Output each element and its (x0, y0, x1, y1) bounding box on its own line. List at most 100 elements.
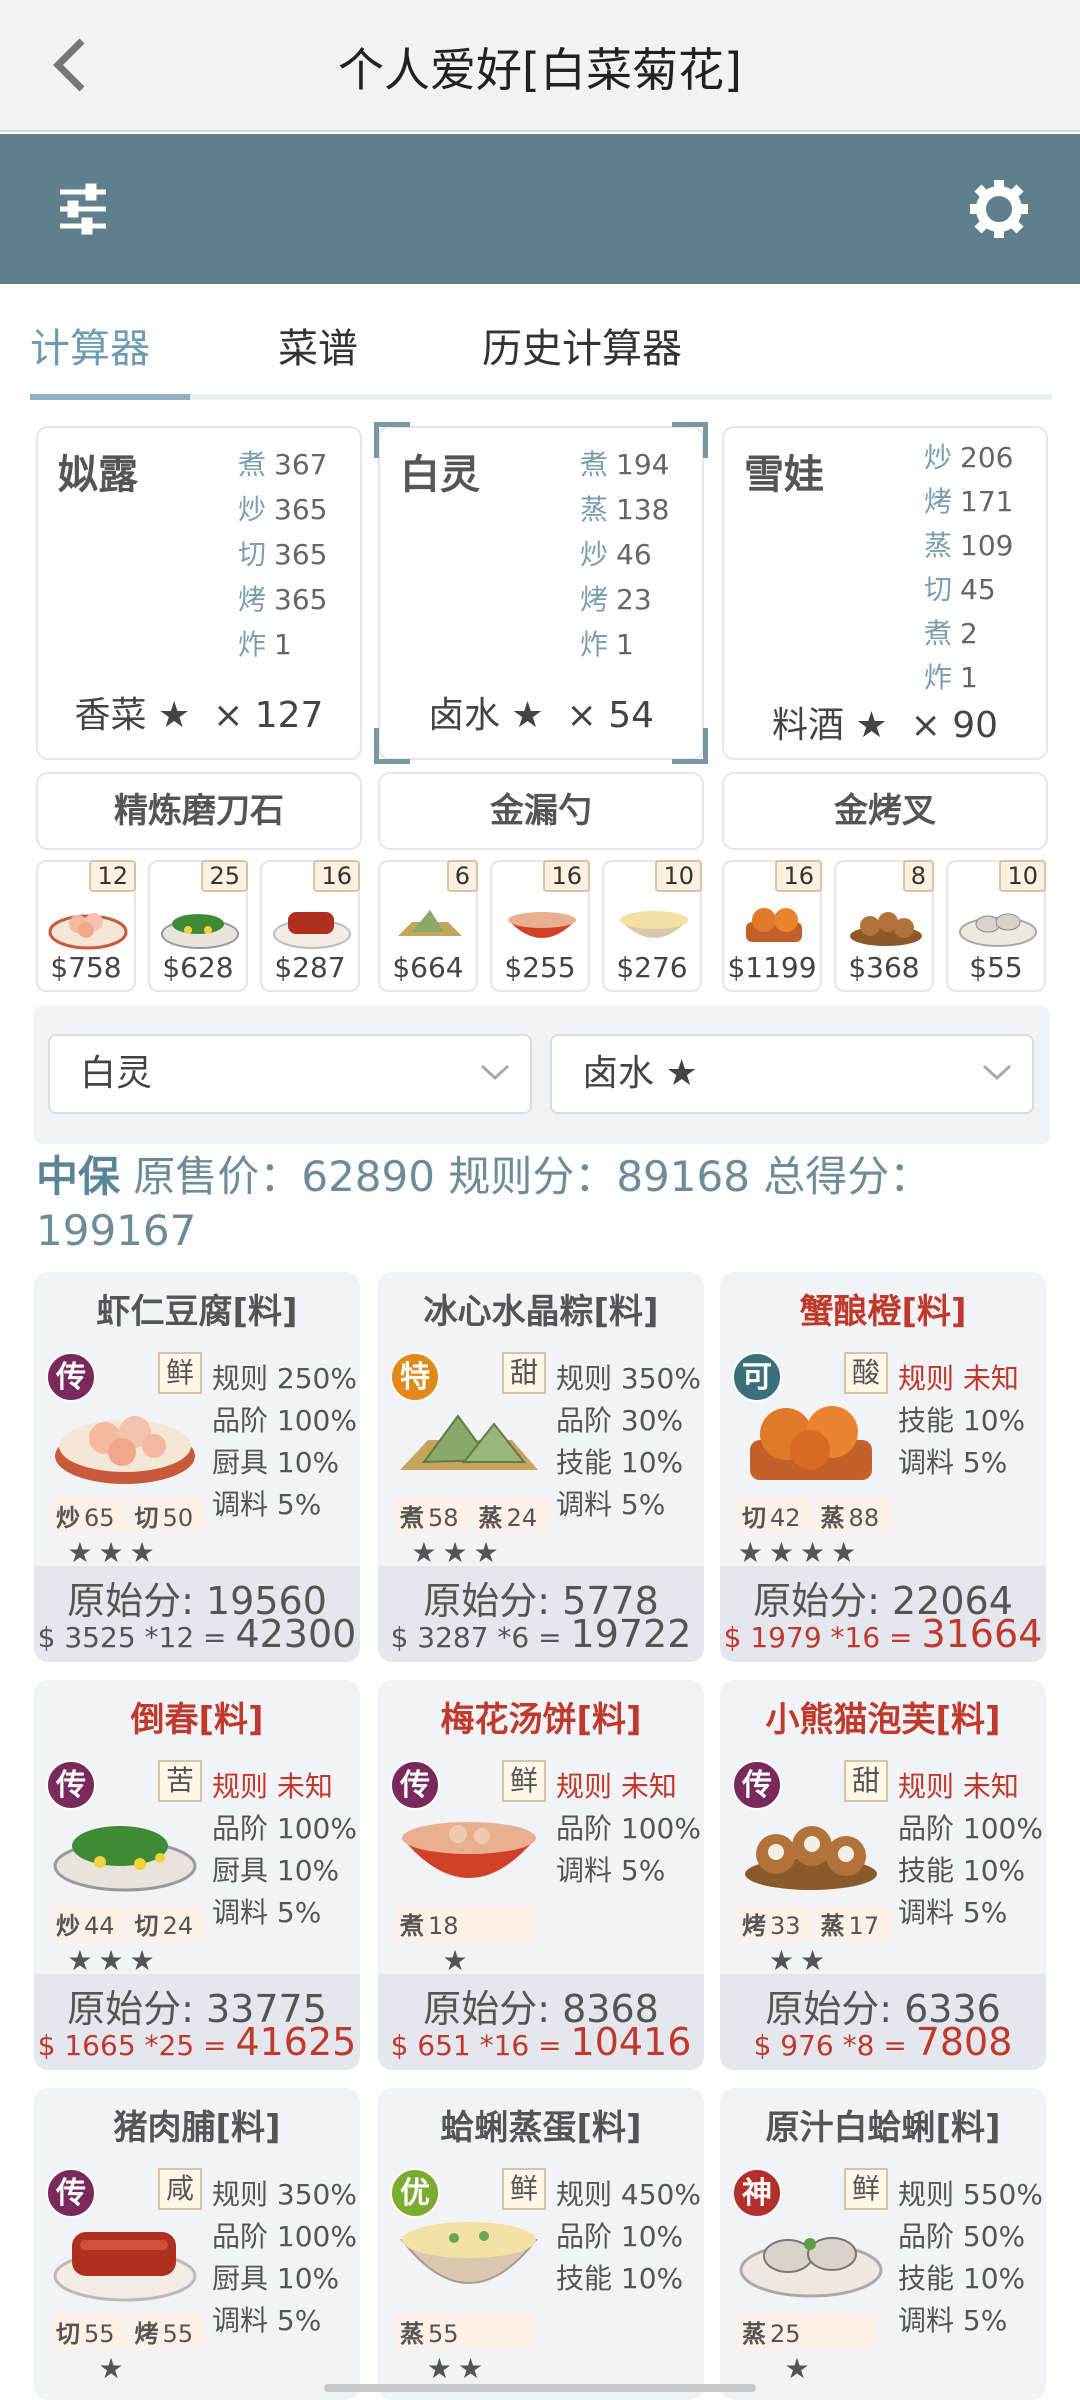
recipe-slot[interactable]: 8 $368 (834, 860, 934, 992)
price-total: 41625 (235, 2020, 357, 2064)
recipe-card-name: 蟹酿橙[料] (799, 1292, 967, 1332)
recipe-slot[interactable]: 10 $276 (602, 860, 702, 992)
skill-value: 1 (960, 661, 978, 694)
recipe-slot[interactable]: 16 $287 (260, 860, 360, 992)
condiment-name: 料酒 ★ (771, 705, 888, 746)
page-title: 个人爱好[白菜菊花] (338, 43, 742, 97)
chef-card[interactable]: 姒露 煮 367 炒 365 切 365 烤 365 炸1 香菜 ★ × 127 (36, 426, 362, 760)
recipe-card[interactable]: 虾仁豆腐[料] 传 鲜 规则 250% 品阶 100% 厨具 10% 调料 5%… (34, 1272, 360, 1662)
flavor-badge: 鲜 (158, 1352, 202, 1394)
chef-card-selected[interactable]: 白灵 煮 194 蒸 138 炒 46 烤 23 炸1 卤水 ★ × 54 (374, 422, 708, 764)
price-calc: $ 1665 *25 = 41625 (34, 2020, 360, 2064)
skill-requirements: 煮 18 (396, 1906, 556, 1944)
recipe-slot[interactable]: 16 $255 (490, 860, 590, 992)
skill-value: 46 (616, 538, 652, 571)
skill-requirements: 蒸 55 (396, 2314, 556, 2352)
score-summary-text: 原售价：62890 规则分：89168 总得分：199167 (36, 1152, 932, 1255)
chef-name: 白灵 (400, 452, 480, 498)
rarity-badge: 优 (390, 2168, 440, 2218)
chef-select[interactable]: 白灵 (48, 1034, 532, 1114)
recipe-card[interactable]: 原汁白蛤蜊[料] 神 鲜 规则 550% 品阶 50% 技能 10% 调料 5%… (720, 2088, 1046, 2400)
rarity-badge: 可 (732, 1352, 782, 1402)
recipe-card[interactable]: 倒春[料] 传 苦 规则 未知 品阶 100% 厨具 10% 调料 5% 炒 44… (34, 1680, 360, 2070)
recipe-quantity-badge: 25 (201, 860, 248, 892)
star-rating: ★ (98, 2352, 130, 2385)
skill-value: 206 (960, 441, 1014, 474)
recipe-card[interactable]: 蟹酿橙[料] 可 酸 规则 未知 技能 10% 调料 5% 切 42 蒸 88 ★★★… (720, 1272, 1046, 1662)
skill-value: 55 (424, 2320, 463, 2348)
skill-tag: 炒 65 (52, 1498, 127, 1533)
chevron-down-icon (480, 1064, 510, 1081)
stat-line: 技能 10% (556, 1446, 684, 1479)
tab-label: 历史计算器 (482, 326, 682, 372)
recipe-card-name: 倒春[料] (130, 1700, 264, 1740)
stat-line: 品阶 100% (212, 1812, 357, 1845)
recipe-card[interactable]: 梅花汤饼[料] 传 鲜 规则 未知 品阶 100% 调料 5% 煮 18 ★ 原始… (378, 1680, 704, 2070)
skill-value: 42 (766, 1504, 805, 1532)
skill-type: 煮 (400, 1912, 424, 1940)
recipe-price: $628 (162, 951, 234, 984)
tab-calculator[interactable]: 计算器 (30, 316, 150, 376)
recipe-slot[interactable]: 6 $664 (378, 860, 478, 992)
skill-type: 烤 (238, 583, 267, 616)
settings-button[interactable] (964, 174, 1034, 244)
recipe-stats: 规则 550% 品阶 50% 技能 10% 调料 5% (898, 2174, 1043, 2342)
filter-button[interactable] (48, 174, 118, 244)
chef-condiment: 卤水 ★ × 54 (380, 686, 702, 738)
skill-requirements: 蒸 25 (738, 2314, 898, 2352)
chef-card[interactable]: 雪娃 炒 206 烤 171 蒸 109 切 45 煮2 炸1 料酒 ★ × 90 (722, 426, 1048, 760)
skill-requirements: 烤 33 蒸 17 (738, 1906, 898, 1944)
skill-tag: 切 50 (130, 1498, 206, 1533)
skill-type: 切 (742, 1504, 766, 1532)
rarity-badge: 传 (732, 1760, 782, 1810)
skill-type: 蒸 (742, 2320, 766, 2348)
recipe-slot[interactable]: 16 $1199 (722, 860, 822, 992)
equipment-slot[interactable]: 精炼磨刀石 (36, 772, 362, 850)
skill-value: 45 (960, 573, 996, 606)
star-rating: ★★ (426, 2352, 490, 2385)
tab-history-calculator[interactable]: 历史计算器 (482, 316, 682, 376)
price-formula: $ 3287 *6 = (390, 1621, 562, 1654)
stat-line: 规则 550% (898, 2178, 1043, 2211)
recipe-price: $1199 (727, 951, 817, 984)
flavor-badge: 咸 (158, 2168, 202, 2210)
recipe-card[interactable]: 蛤蜊蒸蛋[料] 优 鲜 规则 450% 品阶 10% 技能 10% 蒸 55 ★★ (378, 2088, 704, 2400)
skill-row: 炸1 (238, 622, 327, 667)
stat-line: 规则 450% (556, 2178, 701, 2211)
skill-value: 365 (274, 538, 328, 571)
flavor-badge: 鲜 (502, 2168, 546, 2210)
rarity-badge: 传 (46, 2168, 96, 2218)
recipe-card[interactable]: 小熊猫泡芙[料] 传 甜 规则 未知 品阶 100% 技能 10% 调料 5% … (720, 1680, 1046, 2070)
equipment-slot[interactable]: 金烤叉 (722, 772, 1048, 850)
recipe-slot[interactable]: 25 $628 (148, 860, 248, 992)
score-box: 原始分: 8368 $ 651 *16 = 10416 (378, 1974, 704, 2070)
skill-requirements: 炒 65 切 50 (52, 1498, 212, 1536)
recipe-price: $368 (848, 951, 920, 984)
skill-type: 炒 (56, 1504, 80, 1532)
skill-tag: 炒 44 (52, 1906, 127, 1941)
stat-line: 规则 未知 (898, 1362, 1019, 1395)
chef-condiment: 香菜 ★ × 127 (38, 686, 360, 738)
chef-skill-list: 炒 206 烤 171 蒸 109 切 45 煮2 炸1 (924, 436, 1013, 700)
selection-panel: 白灵 卤水 ★ (34, 1006, 1050, 1144)
gear-icon (970, 180, 1028, 238)
score-box: 原始分: 22064 $ 1979 *16 = 31664 (720, 1566, 1046, 1662)
recipe-slot[interactable]: 12 $758 (36, 860, 136, 992)
recipe-card[interactable]: 冰心水晶粽[料] 特 甜 规则 350% 品阶 30% 技能 10% 调料 5%… (378, 1272, 704, 1662)
toolbar (0, 134, 1080, 284)
home-indicator[interactable] (324, 2384, 756, 2392)
stat-line: 技能 10% (898, 1854, 1026, 1887)
skill-requirements: 切 55 烤 55 (52, 2314, 212, 2352)
skill-requirements: 煮 58 蒸 24 (396, 1498, 556, 1536)
price-formula: $ 651 *16 = (390, 2029, 562, 2062)
price-total: 19722 (570, 1612, 692, 1656)
condiment-select[interactable]: 卤水 ★ (550, 1034, 1034, 1114)
rarity-badge: 传 (46, 1352, 96, 1402)
skill-row: 炸1 (580, 622, 669, 667)
equipment-slot[interactable]: 金漏勺 (378, 772, 704, 850)
recipe-card[interactable]: 猪肉脯[料] 传 咸 规则 350% 品阶 100% 厨具 10% 调料 5% … (34, 2088, 360, 2400)
skill-value: 55 (80, 2320, 119, 2348)
tab-recipes[interactable]: 菜谱 (278, 316, 358, 376)
skill-row: 切 365 (238, 532, 327, 577)
recipe-slot[interactable]: 10 $55 (946, 860, 1046, 992)
